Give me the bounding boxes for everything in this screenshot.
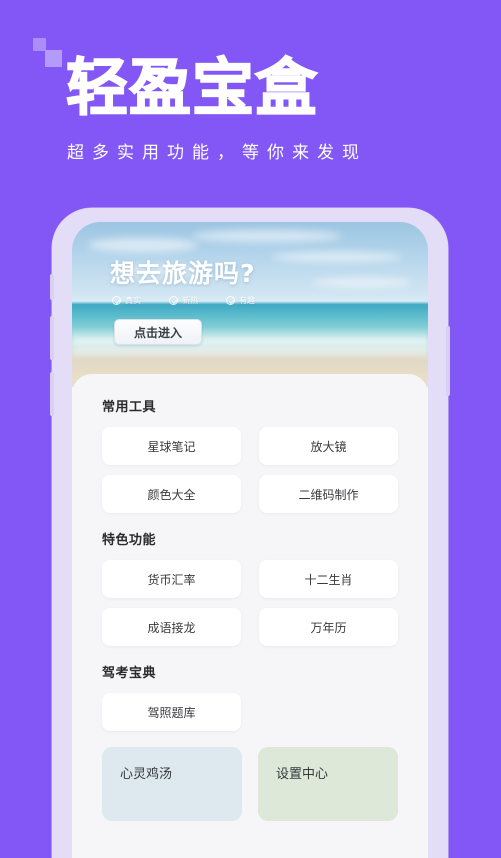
phone-screen: 想去旅游吗? 真实 新热 有趣 点击进入 常用工具 星球笔记 放大镜 颜色大全 … <box>72 222 428 858</box>
page-subtitle: 超多实用功能，等你来发现 <box>67 143 367 163</box>
banner-tag-list: 真实 新热 有趣 <box>112 295 255 306</box>
content-sheet: 常用工具 星球笔记 放大镜 颜色大全 二维码制作 特色功能 货币汇率 十二生肖 … <box>72 374 428 858</box>
check-circle-icon <box>112 296 121 305</box>
decorative-square-large <box>45 50 62 67</box>
phone-mockup: 想去旅游吗? 真实 新热 有趣 点击进入 常用工具 星球笔记 放大镜 颜色大全 … <box>50 208 450 858</box>
feature-card-soul-soup[interactable]: 心灵鸡汤 <box>102 747 242 821</box>
phone-power-button <box>446 326 450 396</box>
tool-grid-driving-exam: 驾照题库 <box>102 693 398 731</box>
banner-tag-label: 真实 <box>125 296 141 305</box>
banner-tag-label: 新热 <box>182 296 198 305</box>
tool-tile[interactable]: 颜色大全 <box>102 475 241 513</box>
tool-tile[interactable]: 成语接龙 <box>102 608 241 646</box>
tool-tile[interactable]: 星球笔记 <box>102 427 241 465</box>
phone-volume-up-button <box>50 316 54 360</box>
banner-tag: 新热 <box>169 295 198 306</box>
tool-grid-common-tools: 星球笔记 放大镜 颜色大全 二维码制作 <box>102 427 398 513</box>
page-title: 轻盈宝盒 <box>65 50 319 125</box>
section-title-common-tools: 常用工具 <box>102 400 157 415</box>
phone-volume-down-button <box>50 372 54 416</box>
cloud-icon <box>88 238 198 252</box>
banner-title: 想去旅游吗? <box>110 259 256 288</box>
banner-tag-label: 有趣 <box>239 296 255 305</box>
tool-tile[interactable]: 放大镜 <box>259 427 398 465</box>
phone-mute-button <box>50 274 54 300</box>
tool-tile[interactable]: 二维码制作 <box>259 475 398 513</box>
section-title-driving-exam: 驾考宝典 <box>102 666 157 681</box>
check-circle-icon <box>169 296 178 305</box>
tool-tile[interactable]: 货币汇率 <box>102 560 241 598</box>
enter-button[interactable]: 点击进入 <box>114 319 202 345</box>
check-circle-icon <box>226 296 235 305</box>
banner-tag: 有趣 <box>226 295 255 306</box>
tool-tile[interactable]: 驾照题库 <box>102 693 241 731</box>
tool-tile-placeholder <box>259 693 398 731</box>
tool-tile[interactable]: 十二生肖 <box>259 560 398 598</box>
cloud-icon <box>272 252 402 262</box>
cloud-icon <box>312 278 412 287</box>
tool-grid-featured: 货币汇率 十二生肖 成语接龙 万年历 <box>102 560 398 646</box>
cloud-icon <box>192 230 342 242</box>
feature-card-settings-center[interactable]: 设置中心 <box>258 747 398 821</box>
tool-tile[interactable]: 万年历 <box>259 608 398 646</box>
section-title-featured: 特色功能 <box>102 533 157 548</box>
banner-tag: 真实 <box>112 295 141 306</box>
travel-banner[interactable]: 想去旅游吗? 真实 新热 有趣 点击进入 <box>72 222 428 387</box>
wet-sand-band <box>72 344 428 356</box>
feature-card-row: 心灵鸡汤 设置中心 <box>102 747 398 821</box>
